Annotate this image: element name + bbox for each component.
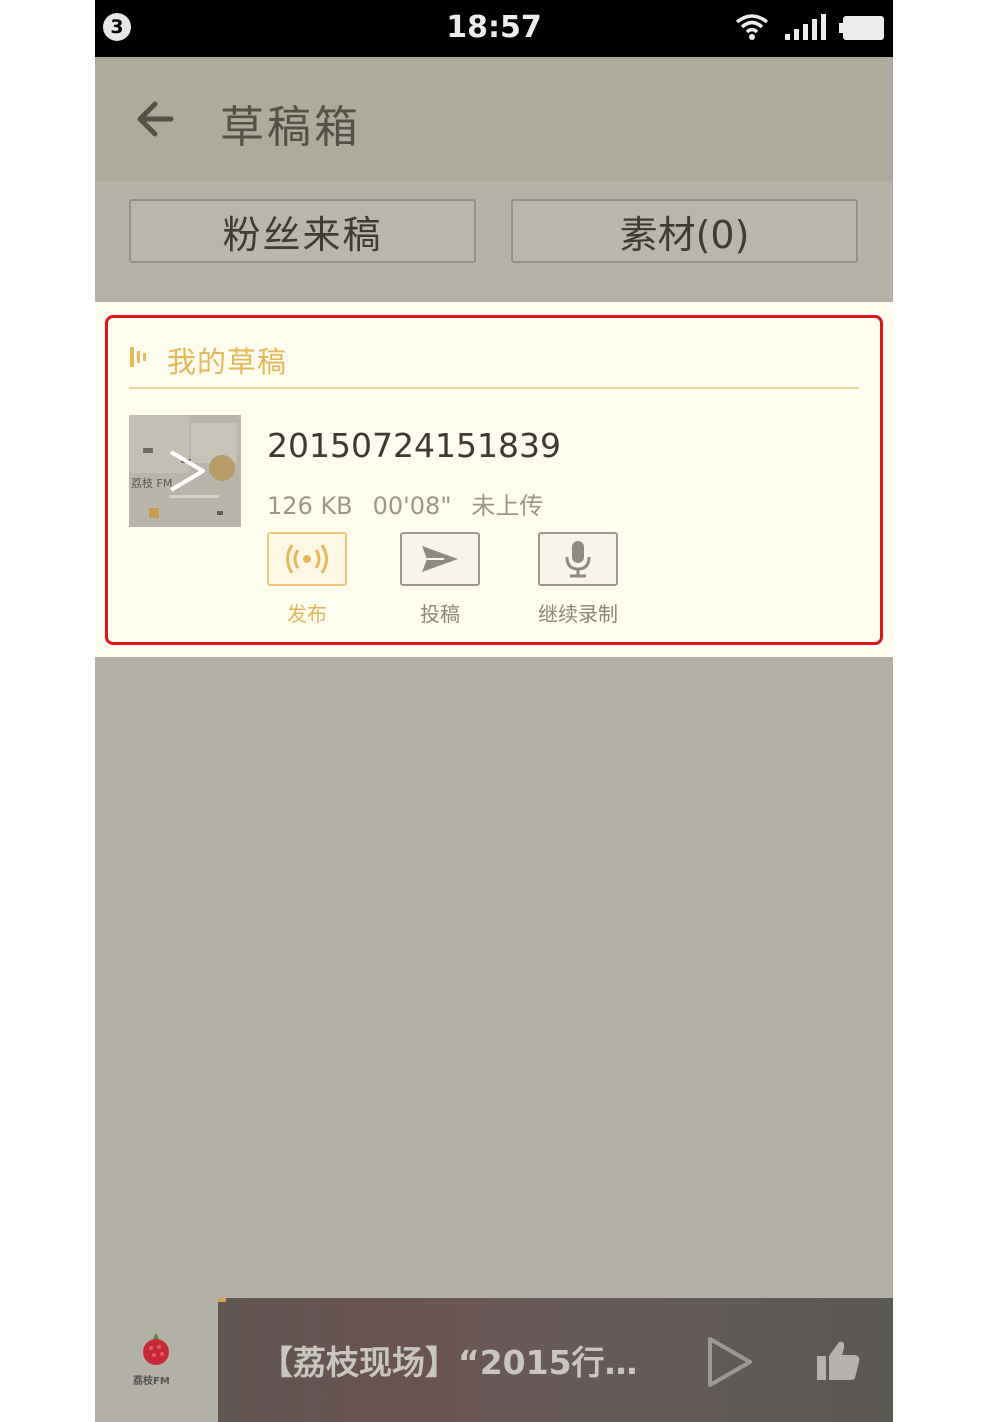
page-title: 草稿箱 xyxy=(220,102,361,153)
submit-button[interactable] xyxy=(400,532,480,586)
send-icon xyxy=(422,546,458,572)
tab-bar: 粉丝来稿 素材(0) xyxy=(95,181,893,302)
status-time: 18:57 xyxy=(446,10,542,45)
drafts-panel: 我的草稿 荔枝 FM 20150724151839 126 KB 00'08" 未上… xyxy=(95,302,893,657)
app-header: 草稿箱 xyxy=(95,57,893,181)
submit-label: 投稿 xyxy=(420,602,460,626)
mini-player[interactable]: 荔枝FM 【荔枝现场】“2015行… xyxy=(95,1298,893,1422)
continue-recording-button[interactable] xyxy=(538,532,618,586)
thumbs-up-icon[interactable] xyxy=(815,1338,861,1382)
battery-icon xyxy=(839,16,884,40)
signal-icon xyxy=(785,14,826,40)
publish-label: 发布 xyxy=(287,602,327,626)
publish-button[interactable] xyxy=(267,532,347,586)
bars-icon xyxy=(130,347,146,367)
play-overlay-icon xyxy=(169,450,205,492)
back-arrow-icon[interactable] xyxy=(135,99,175,139)
status-bar: 3 18:57 xyxy=(95,0,893,57)
draft-duration: 00'08" xyxy=(372,492,452,520)
continue-recording-label: 继续录制 xyxy=(538,602,618,626)
broadcast-icon xyxy=(286,544,328,574)
now-playing-title[interactable]: 【荔枝现场】“2015行… xyxy=(260,1336,650,1384)
draft-size: 126 KB xyxy=(267,492,353,520)
microphone-icon xyxy=(565,541,591,578)
app-logo[interactable]: 荔枝FM xyxy=(95,1298,218,1422)
lychee-icon xyxy=(143,1333,169,1365)
wifi-icon xyxy=(735,14,769,40)
tab-fan-submissions[interactable]: 粉丝来稿 xyxy=(129,199,476,263)
draft-meta: 126 KB 00'08" 未上传 xyxy=(267,486,563,521)
play-icon[interactable] xyxy=(705,1334,755,1390)
progress-indicator xyxy=(218,1298,226,1302)
logo-text: 荔枝FM xyxy=(133,1376,170,1387)
draft-thumbnail[interactable]: 荔枝 FM xyxy=(129,415,241,527)
phone-screen: 3 18:57 草稿箱 粉丝来稿 素材(0) 我的草稿 荔枝 FM 201507… xyxy=(95,0,893,1422)
draft-status: 未上传 xyxy=(471,492,544,520)
tab-materials[interactable]: 素材(0) xyxy=(511,199,858,263)
draft-name: 20150724151839 xyxy=(267,426,561,465)
section-title: 我的草稿 xyxy=(167,345,288,379)
section-divider xyxy=(129,387,859,389)
